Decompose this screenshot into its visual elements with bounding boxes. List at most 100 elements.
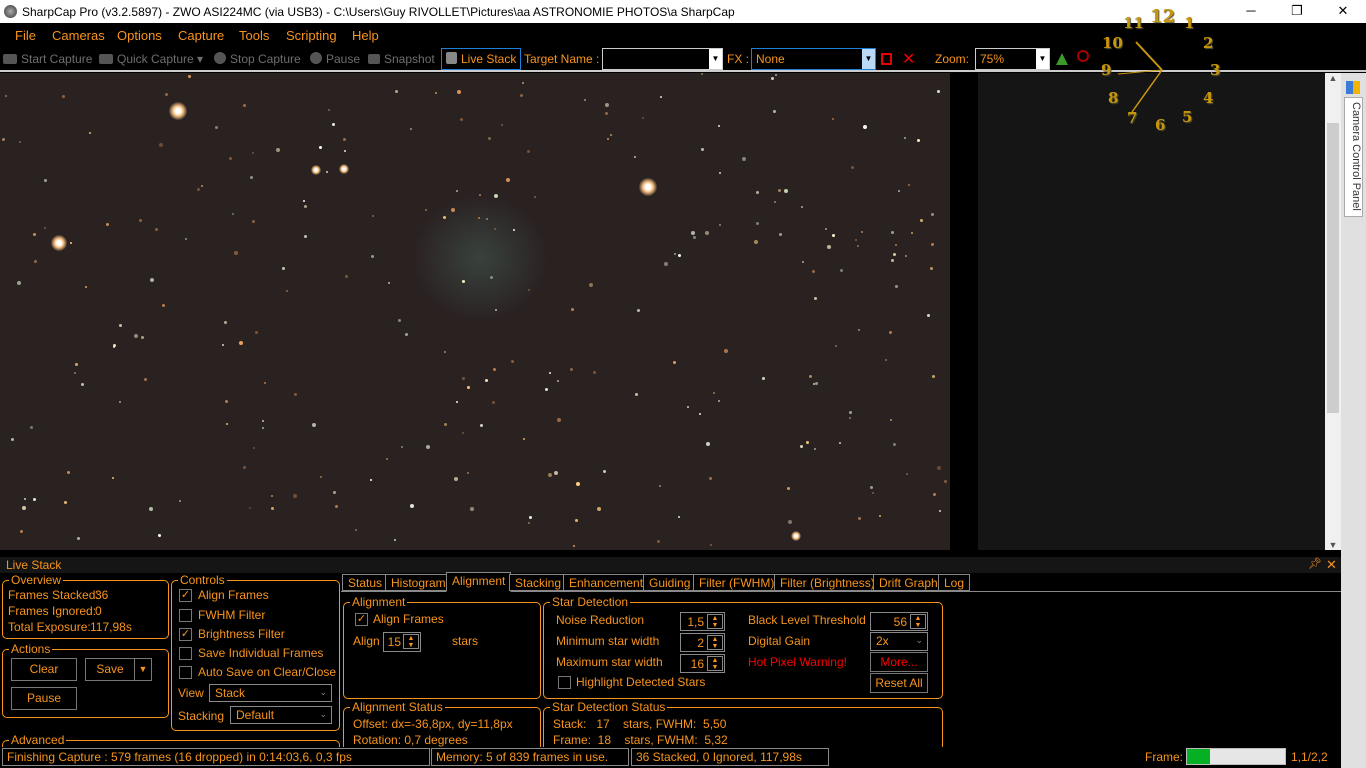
spinner-arrows-icon[interactable]: ▲ ▼ <box>403 634 419 649</box>
star <box>573 544 576 547</box>
snapshot-icon <box>368 54 380 64</box>
highlight-stars-checkbox[interactable] <box>558 676 571 689</box>
pin-icon[interactable]: 📌︎ <box>1308 557 1322 570</box>
chevron-down-icon[interactable]: ▼ <box>1325 540 1341 550</box>
menu-capture[interactable]: Capture <box>178 28 224 43</box>
tab-log[interactable]: Log <box>938 574 971 591</box>
camera-control-panel-tab[interactable]: Camera Control Panel <box>1341 73 1366 768</box>
star <box>275 148 280 153</box>
star <box>479 423 483 427</box>
star <box>813 448 816 451</box>
quick-capture-button[interactable]: Quick Capture ▾ <box>99 52 203 66</box>
star <box>397 318 401 322</box>
noise-reduction-spinner[interactable]: 1,5 ▲ ▼ <box>680 612 725 631</box>
tab-filter-brightness[interactable]: Filter (Brightness) <box>774 574 881 591</box>
digital-gain-select[interactable]: 2x ⌄ <box>870 632 928 651</box>
stop-capture-button[interactable]: Stop Capture <box>214 52 301 66</box>
clock-number: 12 <box>1150 6 1176 27</box>
star <box>673 252 676 255</box>
frame-progress-fill <box>1187 749 1210 764</box>
total-exposure-label: Total Exposure: <box>8 620 91 634</box>
auto-save-checkbox[interactable] <box>179 666 192 679</box>
histogram-icon[interactable] <box>1056 53 1068 65</box>
clear-button[interactable]: Clear <box>11 658 77 681</box>
camera-image[interactable] <box>0 73 950 550</box>
live-stack-button[interactable]: Live Stack <box>441 48 522 70</box>
menu-scripting[interactable]: Scripting <box>286 28 337 43</box>
start-capture-button[interactable]: Start Capture <box>3 52 92 66</box>
selection-rect-icon[interactable] <box>881 53 892 65</box>
star <box>938 509 941 512</box>
view-select[interactable]: Stack ⌄ <box>209 684 332 702</box>
tab-drift-graph[interactable]: Drift Graph <box>873 574 944 591</box>
fx-select[interactable]: None ▼ <box>751 48 876 70</box>
save-dropdown-button[interactable]: ▼ <box>134 658 152 681</box>
star <box>690 231 695 236</box>
max-star-width-spinner[interactable]: 16 ▲ ▼ <box>680 654 725 673</box>
stacking-value: Default <box>236 708 275 722</box>
tab-guiding[interactable]: Guiding <box>643 574 697 591</box>
star <box>344 274 348 278</box>
spinner-arrows-icon[interactable]: ▲ ▼ <box>707 635 723 650</box>
crosshair-icon[interactable]: ✕ <box>902 49 915 69</box>
tab-filter-fwhm[interactable]: Filter (FWHM) <box>693 574 781 591</box>
chevron-down-icon[interactable]: ▼ <box>862 49 875 69</box>
fwhm-filter-checkbox[interactable] <box>179 609 192 622</box>
star <box>604 103 609 108</box>
close-icon[interactable]: ✕ <box>1326 557 1337 573</box>
save-individual-frames-checkbox[interactable] <box>179 647 192 660</box>
align-frames-checkbox[interactable]: ✓ <box>179 589 192 602</box>
more-button[interactable]: More... <box>870 652 928 672</box>
chevron-up-icon[interactable]: ▲ <box>1325 73 1341 83</box>
menu-tools[interactable]: Tools <box>239 28 269 43</box>
star <box>639 178 657 196</box>
close-button[interactable]: ✕ <box>1320 0 1366 23</box>
tab-enhancement[interactable]: Enhancement <box>563 574 650 591</box>
min-star-width-spinner[interactable]: 2 ▲ ▼ <box>680 633 725 652</box>
clock-number: 10 <box>1102 34 1123 52</box>
star <box>522 81 525 84</box>
menu-cameras[interactable]: Cameras <box>52 28 105 43</box>
vertical-scrollbar[interactable]: ▲ ▼ <box>1325 73 1341 550</box>
pause-button[interactable]: Pause <box>11 687 77 710</box>
tab-stacking[interactable]: Stacking <box>509 574 568 591</box>
magnifier-icon[interactable] <box>1077 50 1089 62</box>
snapshot-button[interactable]: Snapshot <box>368 52 435 66</box>
star <box>527 522 530 525</box>
menu-options[interactable]: Options <box>117 28 162 43</box>
chevron-down-icon[interactable]: ▼ <box>709 49 722 69</box>
pause-button[interactable]: Pause <box>310 52 360 66</box>
zoom-select[interactable]: 75% ▼ <box>975 48 1050 70</box>
align-stars-spinner[interactable]: 15 ▲ ▼ <box>383 632 421 652</box>
star <box>693 236 697 240</box>
black-level-spinner[interactable]: 56 ▲ ▼ <box>870 612 928 631</box>
star <box>761 376 765 380</box>
reset-all-button[interactable]: Reset All <box>870 673 928 693</box>
save-button[interactable]: Save <box>85 658 135 681</box>
star <box>251 152 254 155</box>
tab-status[interactable]: Status <box>342 574 389 591</box>
tab-alignment[interactable]: Alignment <box>446 572 512 592</box>
status-bar: Finishing Capture : 579 frames (16 dropp… <box>0 747 1341 768</box>
live-stack-icon <box>446 52 457 64</box>
spinner-arrows-icon[interactable]: ▲ ▼ <box>707 656 723 671</box>
star <box>141 335 145 339</box>
stars-label: stars <box>452 634 479 648</box>
target-name-input[interactable]: ▼ <box>602 48 723 70</box>
scrollbar-thumb[interactable] <box>1327 123 1339 413</box>
minimize-button[interactable]: ─ <box>1228 0 1274 23</box>
stacking-select[interactable]: Default ⌄ <box>230 706 332 724</box>
chevron-down-icon[interactable]: ▼ <box>1036 49 1049 69</box>
align-frames-checkbox[interactable]: ✓ <box>355 613 368 626</box>
star <box>148 506 153 511</box>
star <box>493 367 497 371</box>
brightness-filter-checkbox[interactable]: ✓ <box>179 628 192 641</box>
star <box>723 349 728 354</box>
menu-help[interactable]: Help <box>352 28 379 43</box>
maximize-button[interactable]: ❐ <box>1274 0 1320 23</box>
menu-file[interactable]: File <box>15 28 36 43</box>
tab-histogram[interactable]: Histogram <box>385 574 452 591</box>
spinner-arrows-icon[interactable]: ▲ ▼ <box>910 614 926 629</box>
star <box>773 110 777 114</box>
spinner-arrows-icon[interactable]: ▲ ▼ <box>707 614 723 629</box>
